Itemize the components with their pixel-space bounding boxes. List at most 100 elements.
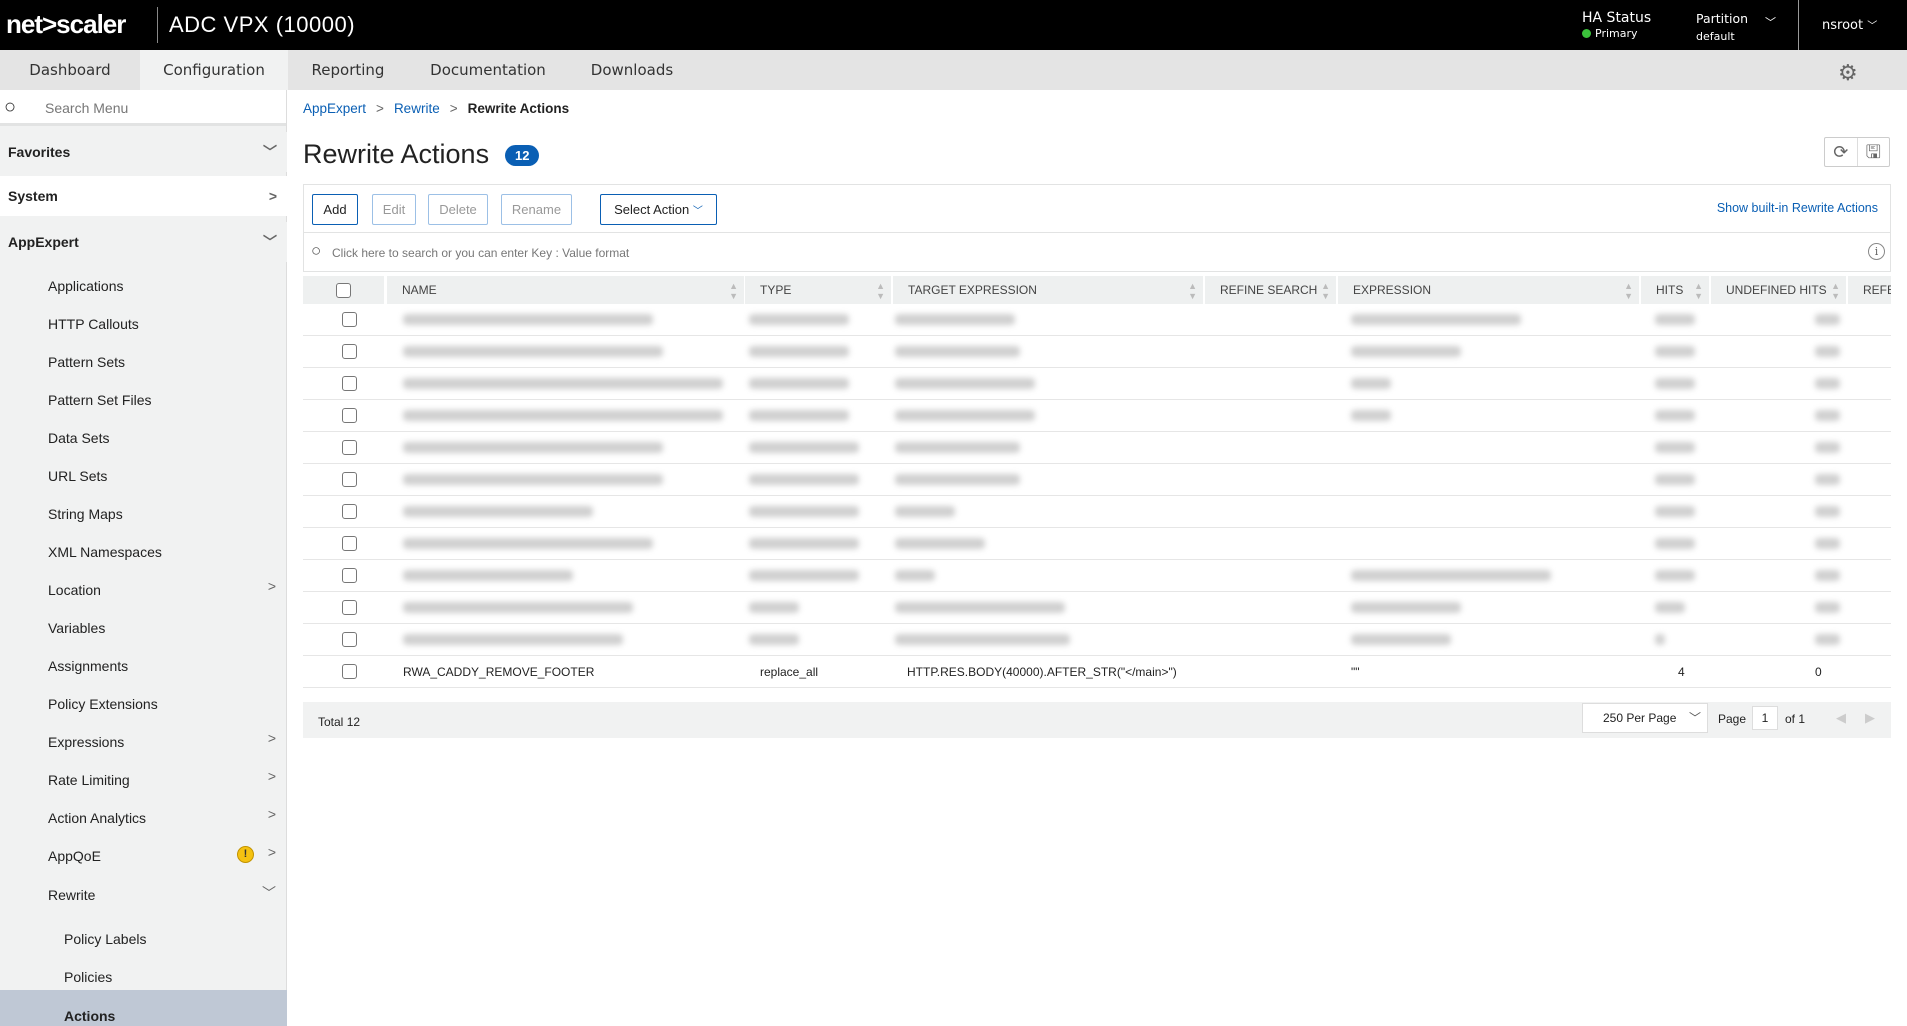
column-header-name[interactable]: NAME ▲ ▼ <box>387 276 744 304</box>
sidebar-item-location[interactable]: Location <box>48 582 101 598</box>
tab-configuration[interactable]: Configuration <box>140 50 288 90</box>
row-checkbox[interactable] <box>342 504 357 519</box>
search-menu-input[interactable]: ○ Search Menu <box>0 90 286 126</box>
table-row[interactable] <box>303 528 1891 560</box>
sidebar-item-actions[interactable]: Actions <box>64 1008 115 1024</box>
chevron-down-icon[interactable]: ﹀ <box>1765 14 1776 30</box>
sidebar-item-assignments[interactable]: Assignments <box>48 658 128 674</box>
sidebar-item-xml-namespaces[interactable]: XML Namespaces <box>48 544 162 560</box>
sidebar-group-appexpert[interactable]: AppExpert ﹀ <box>0 222 287 262</box>
table-row[interactable] <box>303 400 1891 432</box>
table-row[interactable] <box>303 464 1891 496</box>
chevron-right-icon[interactable]: > <box>268 730 276 746</box>
chevron-right-icon[interactable]: > <box>268 806 276 822</box>
row-checkbox[interactable] <box>342 664 357 679</box>
row-checkbox[interactable] <box>342 632 357 647</box>
partition-selector[interactable]: Partition default <box>1696 11 1748 43</box>
table-row[interactable] <box>303 368 1891 400</box>
row-checkbox[interactable] <box>342 312 357 327</box>
redacted-cell <box>895 602 1065 613</box>
tab-reporting[interactable]: Reporting <box>288 50 408 90</box>
table-row[interactable] <box>303 592 1891 624</box>
column-header-undefined-hits[interactable]: UNDEFINED HITS ▲ ▼ <box>1711 276 1846 304</box>
table-row[interactable]: RWA_CADDY_REMOVE_FOOTER replace_all HTTP.R… <box>303 656 1891 688</box>
breadcrumb-rewrite[interactable]: Rewrite <box>394 101 440 116</box>
column-header-target-expression[interactable]: TARGET EXPRESSION ▲ ▼ <box>893 276 1203 304</box>
row-checkbox[interactable] <box>342 600 357 615</box>
column-header-expression[interactable]: EXPRESSION ▲ ▼ <box>1338 276 1639 304</box>
netscaler-logo[interactable]: net>scaler <box>6 9 126 40</box>
gear-icon[interactable]: ⚙ <box>1838 60 1858 86</box>
column-header-hits[interactable]: HITS ▲ ▼ <box>1641 276 1709 304</box>
column-header-type[interactable]: TYPE ▲ ▼ <box>745 276 891 304</box>
refresh-icon[interactable]: ⟳ <box>1825 138 1857 166</box>
sidebar-item-applications[interactable]: Applications <box>48 278 124 294</box>
sidebar-item-appqoe[interactable]: AppQoE <box>48 848 101 864</box>
tab-downloads[interactable]: Downloads <box>575 50 689 90</box>
sidebar-item-pattern-sets[interactable]: Pattern Sets <box>48 354 125 370</box>
sort-icon[interactable]: ▲ ▼ <box>1321 281 1330 301</box>
sidebar-item-data-sets[interactable]: Data Sets <box>48 430 109 446</box>
sidebar-group-system[interactable]: System > <box>0 176 287 216</box>
chevron-right-icon[interactable]: > <box>268 578 276 594</box>
row-checkbox[interactable] <box>342 376 357 391</box>
row-checkbox[interactable] <box>342 536 357 551</box>
sidebar-item-rate-limiting[interactable]: Rate Limiting <box>48 772 130 788</box>
table-row[interactable] <box>303 560 1891 592</box>
prev-page-icon[interactable]: ◀ <box>1836 710 1846 726</box>
sidebar-item-pattern-set-files[interactable]: Pattern Set Files <box>48 392 152 408</box>
per-page-select[interactable]: 250 Per Page ﹀ <box>1582 703 1708 733</box>
ha-status[interactable]: HA Status Primary <box>1582 10 1651 40</box>
sidebar-group-favorites[interactable]: Favorites ﹀ <box>0 132 287 172</box>
sort-icon[interactable]: ▲ ▼ <box>1624 281 1633 301</box>
sidebar-item-expressions[interactable]: Expressions <box>48 734 124 750</box>
edit-button[interactable]: Edit <box>372 194 416 225</box>
search-input[interactable]: ○ Click here to search or you can enter … <box>303 232 1891 272</box>
breadcrumb-appexpert[interactable]: AppExpert <box>303 101 366 116</box>
table-row[interactable] <box>303 336 1891 368</box>
table-row[interactable] <box>303 624 1891 656</box>
sort-icon[interactable]: ▲ ▼ <box>1188 281 1197 301</box>
table-row[interactable] <box>303 304 1891 336</box>
row-checkbox[interactable] <box>342 568 357 583</box>
page-input[interactable]: 1 <box>1752 706 1778 730</box>
add-button[interactable]: Add <box>312 194 358 225</box>
column-header-refine-search[interactable]: REFINE SEARCH ▲ ▼ <box>1205 276 1336 304</box>
page-title: Rewrite Actions <box>303 139 490 169</box>
sidebar-item-policies[interactable]: Policies <box>64 969 112 985</box>
sidebar-item-rewrite[interactable]: Rewrite <box>48 887 95 903</box>
sidebar-item-policy-extensions[interactable]: Policy Extensions <box>48 696 158 712</box>
show-builtin-link[interactable]: Show built-in Rewrite Actions <box>1717 201 1878 215</box>
sidebar-item-variables[interactable]: Variables <box>48 620 105 636</box>
sidebar-item-url-sets[interactable]: URL Sets <box>48 468 107 484</box>
delete-button[interactable]: Delete <box>428 194 488 225</box>
chevron-right-icon[interactable]: > <box>268 768 276 784</box>
sidebar-item-string-maps[interactable]: String Maps <box>48 506 123 522</box>
column-header-refer[interactable]: REFER <box>1848 276 1891 304</box>
chevron-down-icon[interactable]: ﹀ <box>262 883 276 903</box>
table-row[interactable] <box>303 432 1891 464</box>
row-checkbox[interactable] <box>342 472 357 487</box>
user-menu[interactable]: nsroot ﹀ <box>1822 17 1877 33</box>
row-checkbox[interactable] <box>342 408 357 423</box>
chevron-right-icon[interactable]: > <box>268 844 276 860</box>
row-checkbox[interactable] <box>342 344 357 359</box>
cell-expression: "" <box>1351 665 1360 679</box>
sidebar-item-http-callouts[interactable]: HTTP Callouts <box>48 316 139 332</box>
sort-icon[interactable]: ▲ ▼ <box>729 281 738 301</box>
row-checkbox[interactable] <box>342 440 357 455</box>
tab-documentation[interactable]: Documentation <box>420 50 556 90</box>
next-page-icon[interactable]: ▶ <box>1865 710 1875 726</box>
table-row[interactable] <box>303 496 1891 528</box>
info-icon[interactable]: i <box>1868 243 1885 260</box>
sidebar-item-policy-labels[interactable]: Policy Labels <box>64 931 147 947</box>
sidebar-item-action-analytics[interactable]: Action Analytics <box>48 810 146 826</box>
rename-button[interactable]: Rename <box>501 194 572 225</box>
select-all-checkbox[interactable] <box>336 283 351 298</box>
save-icon[interactable]: 🖫 <box>1856 138 1890 166</box>
sort-icon[interactable]: ▲ ▼ <box>876 281 885 301</box>
select-action-dropdown[interactable]: Select Action ﹀ <box>600 194 717 225</box>
tab-dashboard[interactable]: Dashboard <box>0 50 140 90</box>
sort-icon[interactable]: ▲ ▼ <box>1831 281 1840 301</box>
sort-icon[interactable]: ▲ ▼ <box>1694 281 1703 301</box>
